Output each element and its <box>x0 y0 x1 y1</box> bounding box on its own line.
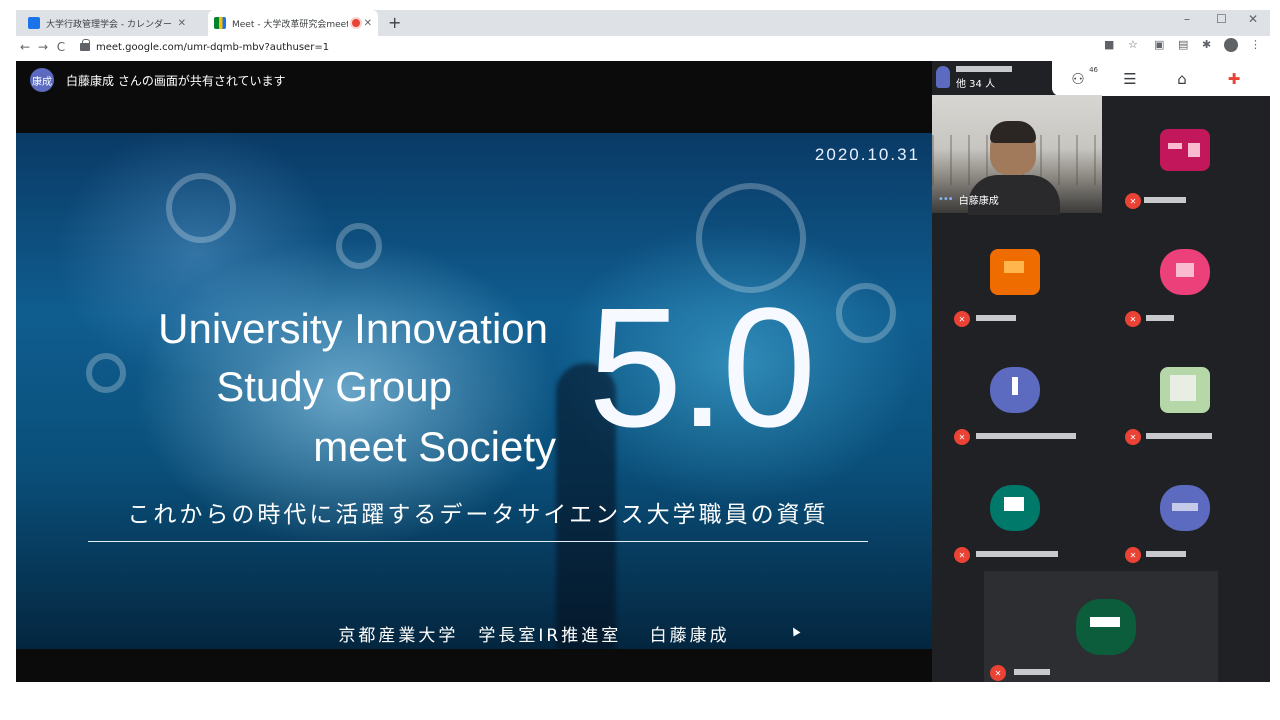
participant-name: ••• 白藤康成 <box>938 192 999 207</box>
participants-button[interactable]: ⚇ 46 <box>1052 66 1104 88</box>
slide-subtitle: これからの時代に活躍するデータサイエンス大学職員の資質 <box>88 495 868 542</box>
blurred-name <box>976 551 1058 557</box>
presenter-video-tile[interactable]: ••• 白藤康成 <box>932 95 1102 215</box>
minimize-button[interactable]: – <box>1184 12 1190 26</box>
mic-muted-icon: ✕ <box>1125 429 1141 445</box>
camera-icon[interactable]: ■ <box>1104 38 1114 51</box>
meet-toolbar: ⚇ 46 ☰ ⌂ ✚ <box>1052 61 1270 96</box>
avatar: 康成 <box>30 68 54 92</box>
mic-muted-icon: ✕ <box>1125 547 1141 563</box>
menu-icon[interactable]: ⋮ <box>1250 38 1261 51</box>
blurred-name <box>1146 315 1174 321</box>
blurred-name <box>1144 197 1186 203</box>
slide-title-line: University Innovation <box>158 305 548 352</box>
participant-avatar[interactable] <box>1160 483 1210 533</box>
address-bar: ← → C meet.google.com/umr-dqmb-mbv?authu… <box>16 36 1270 58</box>
self-view-avatar[interactable]: ✚ <box>1208 70 1260 88</box>
blurred-name <box>956 66 1012 72</box>
presentation-area: 康成 白藤康成 さんの画面が共有されています 2020.10.31 Univer… <box>16 61 932 682</box>
blurred-name <box>976 315 1016 321</box>
person-icon <box>936 66 950 88</box>
tab-title: 大学行政管理学会 - カレンダー - 2020 <box>46 19 174 30</box>
others-indicator[interactable]: 他 34 人 <box>936 64 1014 90</box>
mic-muted-icon: ✕ <box>954 311 970 327</box>
participant-avatar[interactable] <box>990 247 1040 297</box>
reload-icon[interactable]: C <box>52 40 70 54</box>
participant-avatar <box>1076 599 1136 655</box>
url-field[interactable]: meet.google.com/umr-dqmb-mbv?authuser=1 <box>96 42 329 53</box>
blurred-name <box>1146 433 1212 439</box>
shared-slide: 2020.10.31 University Innovation Study G… <box>16 133 932 649</box>
participant-tile[interactable]: ✕ <box>984 571 1218 682</box>
mic-muted-icon: ✕ <box>954 429 970 445</box>
meet-icon <box>214 17 226 29</box>
tab-calendar[interactable]: 大学行政管理学会 - カレンダー - 2020 ✕ <box>22 10 192 36</box>
participant-avatar[interactable] <box>990 365 1040 415</box>
person-hair <box>990 121 1036 143</box>
participant-avatar[interactable] <box>990 483 1040 533</box>
participant-panel: 他 34 人 ⚇ 46 ☰ ⌂ ✚ ••• 白藤康成 ✕ ✕ ✕ ✕ ✕ ✕ ✕… <box>932 61 1270 682</box>
sharing-banner: 康成 白藤康成 さんの画面が共有されています <box>30 68 286 92</box>
panel-header: 他 34 人 ⚇ 46 ☰ ⌂ ✚ <box>932 61 1270 96</box>
chat-button[interactable]: ☰ <box>1104 70 1156 88</box>
decor-bubble <box>836 283 896 343</box>
activities-button[interactable]: ⌂ <box>1156 70 1208 88</box>
participants-count: 46 <box>1089 65 1098 74</box>
slide-version-number: 5.0 <box>588 273 816 463</box>
bookmark-star-icon[interactable]: ☆ <box>1128 38 1138 51</box>
participant-avatar[interactable] <box>1160 247 1210 297</box>
new-tab-button[interactable]: + <box>388 13 401 32</box>
sharing-status-text: 白藤康成 さんの画面が共有されています <box>66 73 286 88</box>
blurred-name <box>1014 669 1050 675</box>
mic-muted-icon: ✕ <box>954 547 970 563</box>
lock-icon[interactable] <box>80 39 90 51</box>
tab-title: Meet - 大学改革研究会meet <box>232 19 348 30</box>
close-window-button[interactable]: ✕ <box>1248 12 1258 26</box>
meet-window: 康成 白藤康成 さんの画面が共有されています 2020.10.31 Univer… <box>16 61 1270 682</box>
forward-icon[interactable]: → <box>34 40 52 54</box>
extension-icon[interactable]: ▣ <box>1154 38 1164 51</box>
decor-bubble <box>166 173 236 243</box>
slide-title-line: meet Society <box>313 423 556 470</box>
others-count: 他 34 人 <box>956 79 996 90</box>
calendar-icon <box>28 17 40 29</box>
tab-bar: 大学行政管理学会 - カレンダー - 2020 ✕ Meet - 大学改革研究会… <box>16 10 1270 36</box>
decor-bubble <box>336 223 382 269</box>
mic-muted-icon: ✕ <box>1125 193 1141 209</box>
recording-icon <box>351 19 360 27</box>
back-icon[interactable]: ← <box>16 40 34 54</box>
blurred-name <box>1146 551 1186 557</box>
close-icon[interactable]: ✕ <box>178 18 186 29</box>
participant-avatar[interactable] <box>1160 365 1210 415</box>
mic-muted-icon: ✕ <box>990 665 1006 681</box>
mic-muted-icon: ✕ <box>1125 311 1141 327</box>
participant-avatar[interactable] <box>1160 125 1210 175</box>
blurred-name <box>976 433 1076 439</box>
tab-meet[interactable]: Meet - 大学改革研究会meet ✕ <box>208 10 378 36</box>
presenter-name: 白藤康成 <box>958 196 999 207</box>
speaking-dots-icon: ••• <box>938 194 954 205</box>
extension-icon[interactable]: ▤ <box>1178 38 1188 51</box>
profile-avatar-icon[interactable] <box>1224 38 1238 52</box>
slide-date: 2020.10.31 <box>814 145 920 164</box>
maximize-button[interactable]: ☐ <box>1216 12 1227 26</box>
slide-title-line: Study Group <box>216 363 452 410</box>
puzzle-icon[interactable]: ✱ <box>1202 38 1211 51</box>
close-icon[interactable]: ✕ <box>364 18 372 29</box>
